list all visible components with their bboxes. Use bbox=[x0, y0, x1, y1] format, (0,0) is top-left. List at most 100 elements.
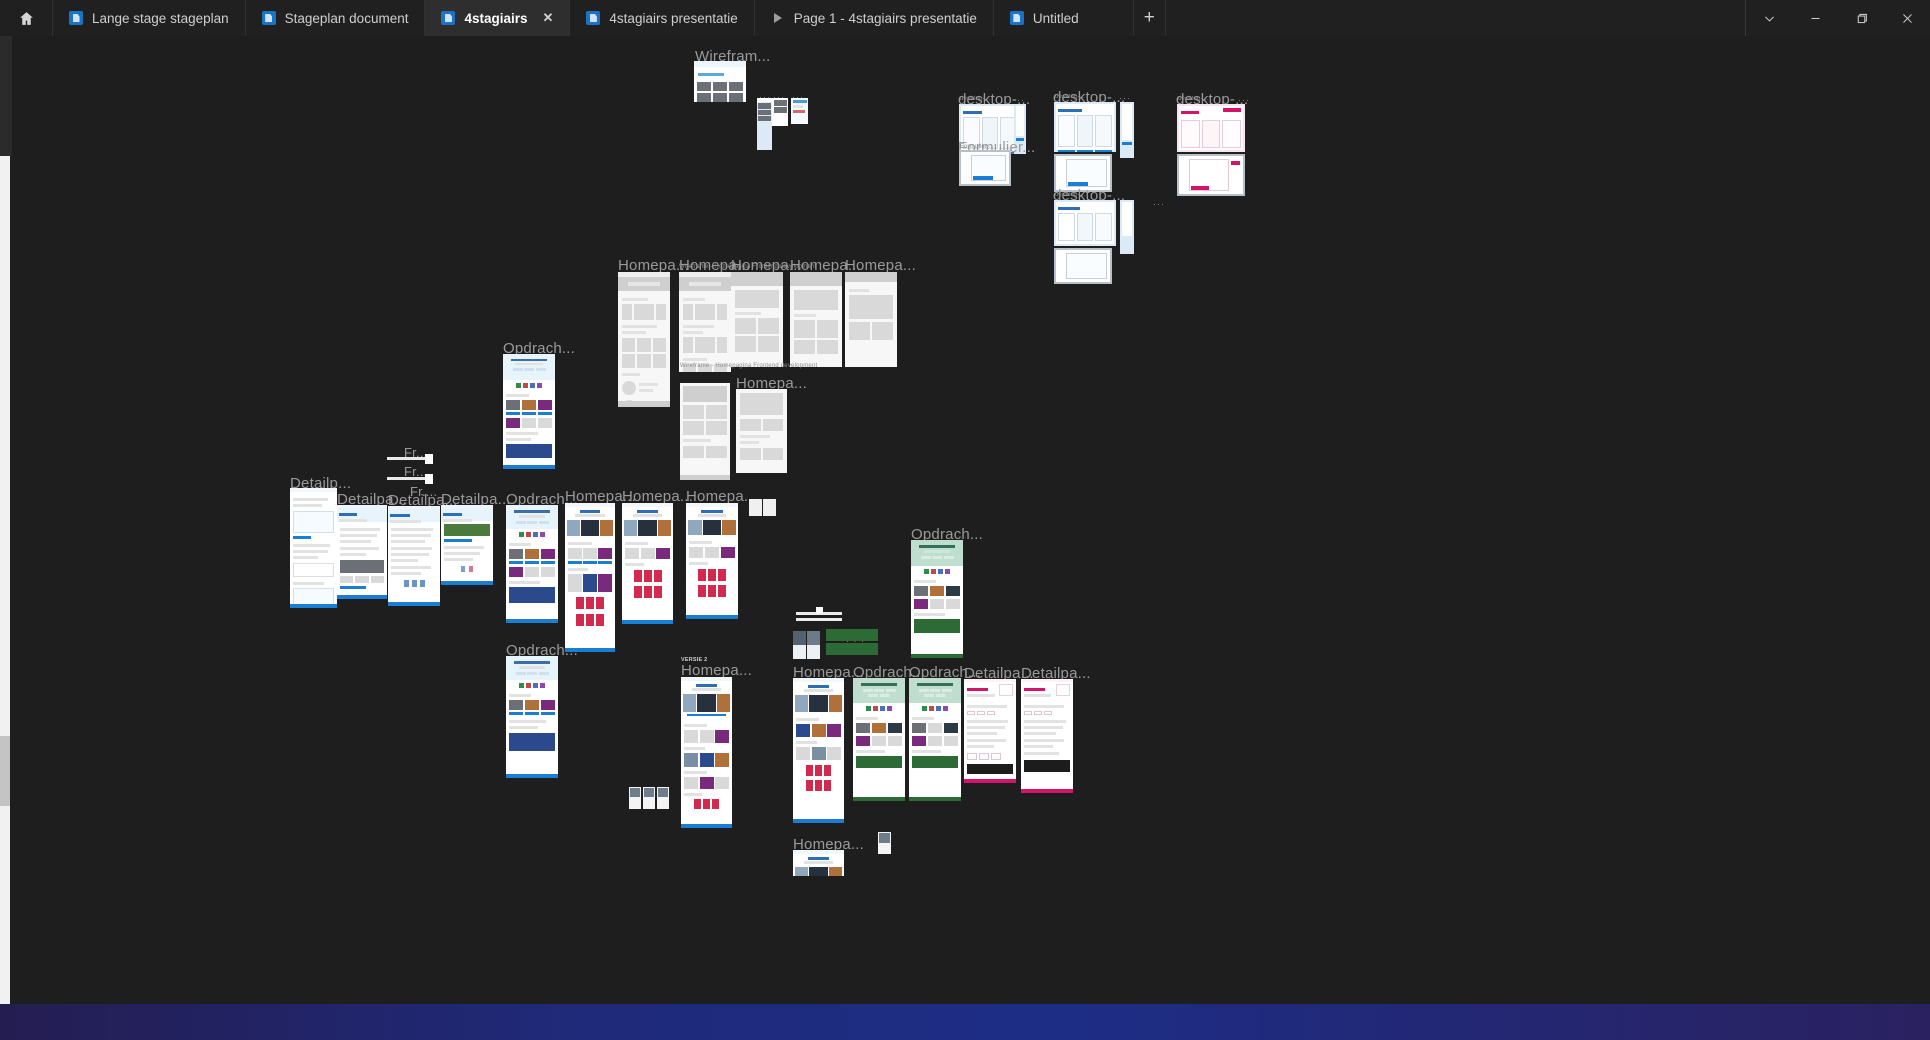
frame-accent-bar bbox=[290, 604, 337, 608]
frame-homepa-9[interactable] bbox=[686, 503, 738, 619]
frame-label-desktop-mid-sub[interactable]: desktop-... bbox=[1055, 94, 1085, 100]
tab-label: 4stagiairs bbox=[464, 10, 528, 26]
frame-desktop-right-pink[interactable] bbox=[1177, 104, 1245, 152]
frame-small-pair-1[interactable] bbox=[749, 499, 762, 516]
close-icon[interactable]: ✕ bbox=[543, 10, 554, 26]
frame-accent-bar bbox=[506, 774, 558, 778]
frame-opdracht-1[interactable] bbox=[503, 354, 555, 469]
frame-fr-2-side[interactable] bbox=[425, 474, 433, 484]
frame-accent-bar bbox=[681, 824, 732, 828]
ellipsis-right-cluster: ··· bbox=[1153, 199, 1165, 209]
frame-desktop-mid-2[interactable] bbox=[1054, 200, 1116, 246]
frame-detailpa-3[interactable] bbox=[388, 506, 440, 606]
tab-label: Lange stage stageplan bbox=[92, 10, 229, 26]
close-icon[interactable] bbox=[1884, 0, 1930, 36]
frame-accent-bar bbox=[911, 654, 963, 658]
frame-homepa-3[interactable] bbox=[731, 272, 783, 367]
frame-mobile-thumb-1[interactable] bbox=[629, 787, 641, 809]
tab-stageplan-document[interactable]: Stageplan document bbox=[244, 0, 425, 36]
new-tab-button[interactable]: + bbox=[1132, 0, 1165, 36]
frame-desktop-mid-side[interactable] bbox=[1120, 102, 1134, 158]
os-taskbar bbox=[0, 1004, 1930, 1040]
hidden-left-panel bbox=[0, 36, 10, 1004]
frame-desktop-mid[interactable] bbox=[1054, 102, 1116, 152]
tab-4stagiairs-presentatie[interactable]: 4stagiairs presentatie bbox=[569, 0, 753, 36]
frame-homepa-7[interactable] bbox=[565, 503, 615, 652]
frame-opdracht-3[interactable] bbox=[506, 656, 558, 778]
frame-mobile-thumb-3[interactable] bbox=[657, 787, 669, 809]
frame-homepa-wire-lower[interactable] bbox=[680, 383, 730, 480]
frame-label-desktop-mid2-sub[interactable]: desktop-... bbox=[1055, 192, 1085, 198]
home-button[interactable] bbox=[0, 0, 52, 36]
frame-homepa-12[interactable] bbox=[793, 850, 844, 876]
tab-label: 4stagiairs presentatie bbox=[609, 10, 738, 26]
frame-presentation-tab[interactable] bbox=[816, 607, 823, 613]
frame-detailpa-4[interactable] bbox=[441, 505, 493, 585]
frame-homepa-5[interactable] bbox=[845, 272, 897, 367]
frame-detailpa-6[interactable] bbox=[1021, 679, 1073, 793]
frame-presentation-strip-2[interactable] bbox=[796, 618, 842, 621]
left-panel-shadow bbox=[0, 36, 12, 156]
frame-homepa-8[interactable] bbox=[622, 503, 673, 624]
tab-label: Stageplan document bbox=[284, 10, 409, 26]
frame-opdracht-2[interactable] bbox=[506, 505, 558, 623]
frame-accent-bar bbox=[909, 797, 961, 801]
figma-file-icon bbox=[1009, 11, 1024, 25]
frame-homepa-10[interactable] bbox=[681, 677, 732, 828]
frame-opdracht-6[interactable] bbox=[909, 678, 961, 801]
frame-photo-thumb-1[interactable] bbox=[793, 631, 806, 659]
frame-homepa-1[interactable] bbox=[618, 272, 670, 407]
frame-mobile-thumb-2[interactable] bbox=[643, 787, 655, 809]
frame-detailp-1[interactable] bbox=[290, 488, 337, 608]
frame-desktop-mid-2-lower[interactable] bbox=[1054, 248, 1112, 284]
frame-detailpa-5[interactable] bbox=[964, 679, 1016, 783]
frame-homepa-4[interactable] bbox=[790, 272, 842, 367]
frame-accent-bar bbox=[686, 615, 738, 619]
frame-wireframe-mobile-1[interactable] bbox=[757, 98, 772, 150]
frame-fr-1-side[interactable] bbox=[425, 454, 433, 464]
frame-desktop-right-pink-lower[interactable] bbox=[1177, 154, 1245, 196]
frame-wireframe-desktop[interactable] bbox=[694, 61, 746, 102]
tab-label: Untitled bbox=[1032, 10, 1079, 26]
maximize-icon[interactable] bbox=[1838, 0, 1884, 36]
frame-label-wireframe-homepage-2[interactable]: Wireframe - Homepagina Frontend developm… bbox=[680, 363, 817, 369]
chevron-down-icon[interactable] bbox=[1746, 0, 1792, 36]
frame-homepa-6[interactable] bbox=[736, 389, 787, 473]
tab-page-1-4stagiairs-presentatie[interactable]: Page 1 - 4stagiairs presentatie bbox=[753, 0, 993, 36]
tab-untitled[interactable]: Untitled bbox=[992, 0, 1133, 36]
play-icon bbox=[771, 11, 785, 25]
frame-small-pair-2[interactable] bbox=[763, 499, 776, 516]
frame-homepa-2[interactable] bbox=[679, 272, 731, 372]
frame-homepa-11[interactable] bbox=[793, 678, 844, 823]
frame-opdracht-5[interactable] bbox=[853, 678, 905, 801]
frame-accent-bar bbox=[337, 595, 387, 599]
frame-accent-bar bbox=[1021, 789, 1073, 793]
frame-opdracht-4[interactable] bbox=[911, 540, 963, 658]
home-icon bbox=[19, 11, 33, 25]
frame-accent-bar bbox=[622, 620, 673, 624]
frame-accent-bar bbox=[853, 797, 905, 801]
minimize-icon[interactable] bbox=[1792, 0, 1838, 36]
figma-canvas[interactable]: Wirefram... ··· ··· ··· desktop-... desk… bbox=[0, 36, 1930, 1004]
tab-lange-stage-stageplan[interactable]: Lange stage stageplan bbox=[52, 0, 245, 36]
frame-accent-bar bbox=[793, 819, 844, 823]
frame-label-desktop-right-sub[interactable]: desktop-... bbox=[1178, 96, 1208, 102]
frame-formulier-left[interactable] bbox=[959, 150, 1011, 186]
frame-accent-bar bbox=[506, 619, 558, 623]
frame-accent-bar bbox=[388, 602, 440, 606]
frame-wireframe-mobile-3[interactable] bbox=[791, 98, 808, 124]
figma-file-icon bbox=[69, 11, 83, 25]
frame-label-desktop-left-sub[interactable]: desktop-... bbox=[960, 96, 990, 102]
ellipsis-desktop-right: ··· bbox=[1238, 95, 1250, 105]
frame-desktop-mid-2-side[interactable] bbox=[1120, 200, 1134, 254]
frame-accent-bar bbox=[964, 779, 1016, 783]
frame-wireframe-mobile-2[interactable] bbox=[772, 98, 788, 126]
tab-4stagiairs[interactable]: 4stagiairs ✕ bbox=[424, 0, 570, 36]
frame-mobile-thumb-right[interactable] bbox=[878, 832, 891, 854]
ellipsis-green-slides: · · · bbox=[846, 636, 865, 646]
tab-label: Page 1 - 4stagiairs presentatie bbox=[793, 10, 977, 26]
frame-detailpa-2[interactable] bbox=[337, 505, 387, 599]
frame-accent-bar bbox=[441, 581, 493, 585]
frame-photo-thumb-2[interactable] bbox=[807, 631, 820, 659]
frame-accent-bar bbox=[503, 465, 555, 469]
